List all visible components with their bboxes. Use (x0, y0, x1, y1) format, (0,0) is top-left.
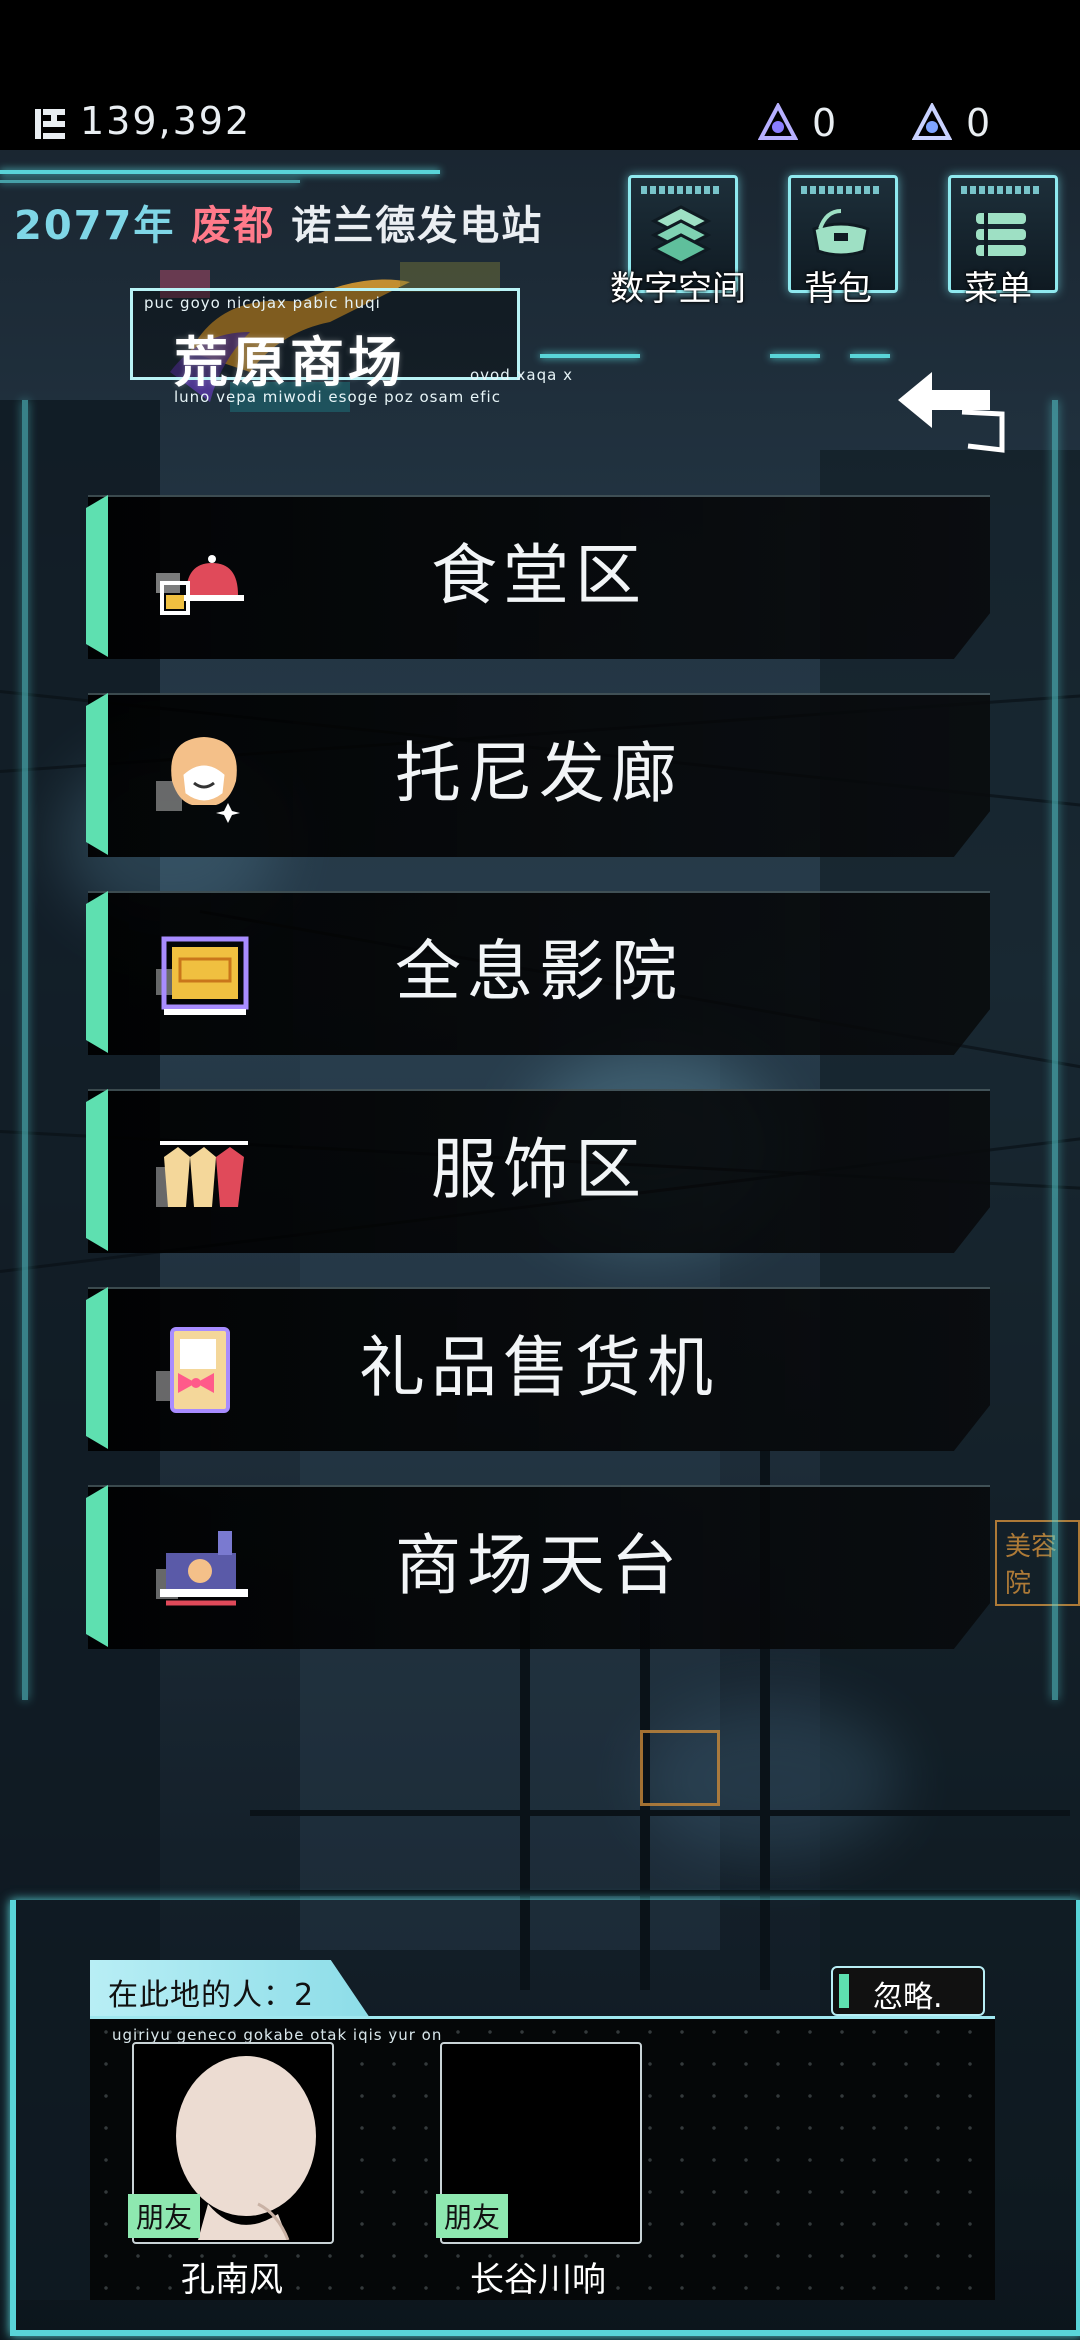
bag-button[interactable]: 背包 (788, 175, 898, 309)
hud-top-line-2 (0, 180, 300, 183)
resource-1: 0 (758, 101, 836, 145)
area-banner: puc goyo nicojax pabic huqi 荒原商场 ovod xa… (130, 262, 572, 412)
banner-tiny-top: puc goyo nicojax pabic huqi (144, 294, 381, 312)
menu-item-gift-machine[interactable]: 礼品售货机 (86, 1287, 990, 1451)
bag-label: 背包 (804, 269, 872, 309)
ignore-button[interactable]: 忽略. (831, 1966, 985, 2016)
banner-tiny-bottom: luno vepa miwodi esoge poz osam efic (174, 388, 501, 406)
people-header-line (90, 2016, 995, 2019)
bag-icon (812, 209, 870, 257)
banner-tiny-mid: ovod xaqa x (470, 366, 573, 384)
digital-space-label: 数字空间 (610, 269, 746, 309)
location-place: 诺兰德发电站 (291, 203, 544, 249)
friend-tag: 朋友 (128, 2194, 201, 2238)
menu-item-rooftop[interactable]: 商场天台 (86, 1485, 990, 1649)
location-zone: 废都 (191, 203, 276, 249)
menu-item-label: 托尼发廊 (395, 735, 683, 812)
menu-item-hair-salon[interactable]: 托尼发廊 (86, 693, 990, 857)
menu-item-cafeteria[interactable]: 食堂区 (86, 495, 990, 659)
menu-button[interactable]: 菜单 (948, 175, 1058, 309)
person-card[interactable]: 朋友 (436, 2042, 642, 2244)
menu-icon (976, 213, 1026, 256)
resource-1-value: 0 (812, 101, 837, 145)
menu-label: 菜单 (964, 269, 1032, 309)
coin-amount: 139,392 (80, 99, 252, 143)
hud-top-line (0, 170, 440, 174)
crystal-alt-icon (912, 103, 952, 140)
layers-icon (650, 205, 712, 265)
person-name: 长谷川响 (470, 2260, 606, 2300)
people-count-label: 在此地的人：2 (108, 1978, 315, 2013)
location-title: 2077年 废都 诺兰德发电站 (14, 193, 543, 251)
right-frame (1052, 400, 1058, 1700)
coin-icon (35, 109, 65, 139)
menu-item-label: 礼品售货机 (359, 1329, 719, 1406)
people-panel: 在此地的人：2 忽略. ugiriyu geneco gokabe otak i… (90, 1960, 995, 2300)
people-header-tab: 在此地的人：2 (90, 1960, 370, 2018)
hud-mid-dash-2 (770, 354, 820, 358)
friend-tag: 朋友 (436, 2194, 509, 2238)
left-frame (22, 400, 28, 1700)
menu-item-label: 全息影院 (395, 933, 683, 1010)
crystal-icon (758, 103, 798, 140)
hud-mid-dash-3 (850, 354, 890, 358)
person-name: 孔南风 (181, 2260, 283, 2300)
menu-item-label: 商场天台 (395, 1527, 683, 1604)
status-bar: 139,392 0 0 (0, 95, 1080, 155)
banner-title: 荒原商场 (174, 331, 406, 394)
resource-2: 0 (912, 101, 990, 145)
back-arrow-icon[interactable] (890, 360, 1010, 460)
hud-mid-dash (540, 354, 640, 358)
location-year: 2077年 (14, 203, 176, 249)
person-card[interactable]: 朋友 (128, 2042, 334, 2244)
digital-space-button[interactable]: 数字空间 (610, 175, 746, 309)
menu-item-clothing[interactable]: 服饰区 (86, 1089, 990, 1253)
menu-item-label: 服饰区 (431, 1131, 647, 1208)
ignore-label: 忽略. (873, 1980, 943, 2015)
menu-item-label: 食堂区 (431, 537, 647, 614)
menu-item-cinema[interactable]: 全息影院 (86, 891, 990, 1055)
resource-2-value: 0 (966, 101, 991, 145)
